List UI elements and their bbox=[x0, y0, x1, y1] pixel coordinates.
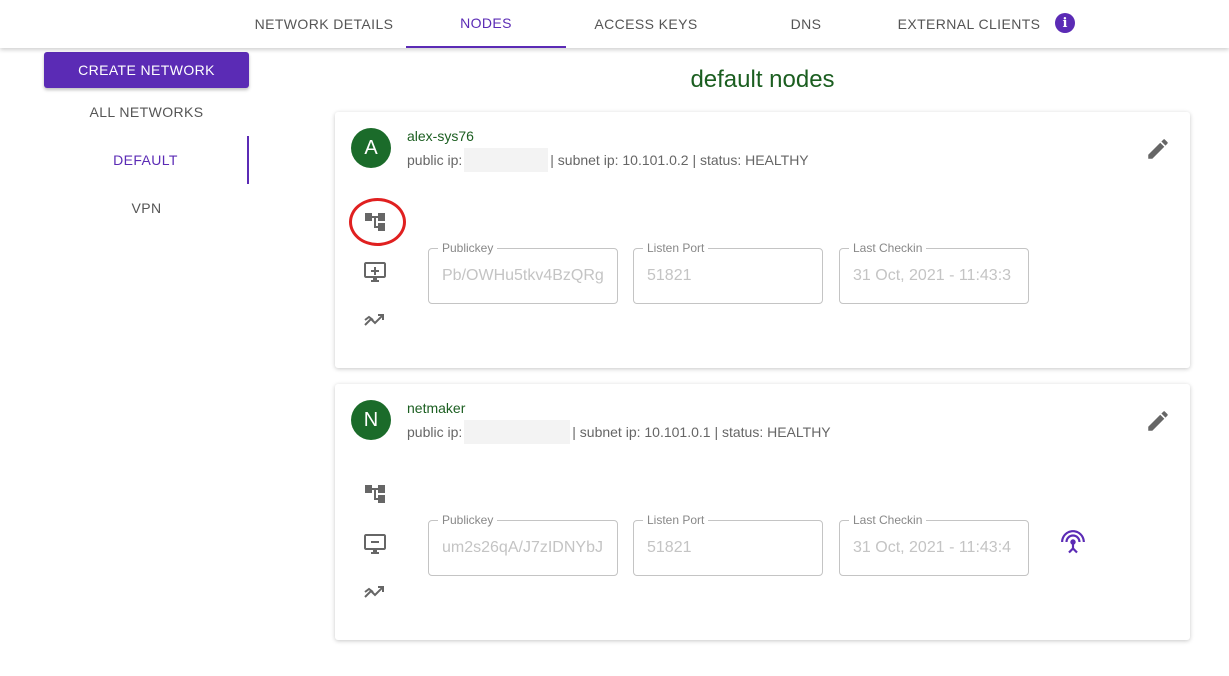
field-value: 31 Oct, 2021 - 11:43:4 bbox=[853, 539, 1012, 556]
field-label: Last Checkin bbox=[849, 241, 927, 255]
relay-icon[interactable] bbox=[361, 306, 389, 334]
node-card: A alex-sys76 public ip: | subnet ip: 10.… bbox=[335, 112, 1190, 368]
sidebar-item-default[interactable]: DEFAULT bbox=[44, 136, 249, 184]
create-network-button[interactable]: CREATE NETWORK bbox=[44, 52, 249, 88]
add-to-desktop-icon[interactable] bbox=[361, 258, 389, 286]
field-label: Publickey bbox=[438, 513, 498, 527]
avatar: N bbox=[351, 400, 391, 440]
tab-dns[interactable]: DNS bbox=[726, 0, 886, 48]
tab-access-keys[interactable]: ACCESS KEYS bbox=[566, 0, 726, 48]
node-info: public ip: | subnet ip: 10.101.0.1 | sta… bbox=[407, 420, 831, 444]
node-name[interactable]: alex-sys76 bbox=[407, 128, 474, 144]
field-value: 51821 bbox=[647, 539, 692, 556]
field-value: Pb/OWHu5tkv4BzQRg bbox=[442, 267, 604, 284]
remove-from-desktop-icon[interactable] bbox=[361, 530, 389, 558]
tab-external-clients[interactable]: EXTERNAL CLIENTS bbox=[886, 0, 1052, 48]
field-label: Publickey bbox=[438, 241, 498, 255]
node-name[interactable]: netmaker bbox=[407, 400, 465, 416]
field-label: Listen Port bbox=[643, 241, 709, 255]
public-ip-label: public ip: bbox=[407, 424, 463, 440]
page-title: default nodes bbox=[690, 66, 835, 93]
last-checkin-field[interactable]: Last Checkin 31 Oct, 2021 - 11:43:3 bbox=[839, 241, 1029, 304]
field-label: Listen Port bbox=[643, 513, 709, 527]
publickey-field[interactable]: Publickey Pb/OWHu5tkv4BzQRg bbox=[428, 241, 618, 304]
public-ip-redacted bbox=[464, 420, 571, 444]
public-ip-redacted bbox=[464, 148, 549, 172]
highlight-circle-annotation bbox=[349, 198, 406, 246]
avatar: A bbox=[351, 128, 391, 168]
antenna-icon[interactable] bbox=[1060, 529, 1086, 555]
info-icon[interactable]: i bbox=[1055, 13, 1075, 33]
node-card: N netmaker public ip: | subnet ip: 10.10… bbox=[335, 384, 1190, 640]
network-tabs-bar: NETWORK DETAILS NODES ACCESS KEYS DNS EX… bbox=[0, 0, 1229, 48]
listen-port-field[interactable]: Listen Port 51821 bbox=[633, 241, 823, 304]
node-details: | subnet ip: 10.101.0.2 | status: HEALTH… bbox=[550, 152, 809, 168]
relay-icon[interactable] bbox=[361, 578, 389, 606]
public-ip-label: public ip: bbox=[407, 152, 463, 168]
edit-icon[interactable] bbox=[1145, 136, 1171, 162]
sidebar-item-vpn[interactable]: VPN bbox=[44, 184, 249, 232]
field-value: um2s26qA/J7zIDNYbJ bbox=[442, 539, 603, 556]
last-checkin-field[interactable]: Last Checkin 31 Oct, 2021 - 11:43:4 bbox=[839, 513, 1029, 576]
tab-network-details[interactable]: NETWORK DETAILS bbox=[244, 0, 404, 48]
node-details: | subnet ip: 10.101.0.1 | status: HEALTH… bbox=[572, 424, 831, 440]
edit-icon[interactable] bbox=[1145, 408, 1171, 434]
publickey-field[interactable]: Publickey um2s26qA/J7zIDNYbJ bbox=[428, 513, 618, 576]
ingress-gateway-icon[interactable] bbox=[361, 480, 389, 508]
node-info: public ip: | subnet ip: 10.101.0.2 | sta… bbox=[407, 148, 809, 172]
field-value: 51821 bbox=[647, 267, 692, 284]
listen-port-field[interactable]: Listen Port 51821 bbox=[633, 513, 823, 576]
sidebar-item-all-networks[interactable]: ALL NETWORKS bbox=[44, 88, 249, 136]
tab-nodes[interactable]: NODES bbox=[406, 0, 566, 48]
field-value: 31 Oct, 2021 - 11:43:3 bbox=[853, 267, 1012, 284]
field-label: Last Checkin bbox=[849, 513, 927, 527]
